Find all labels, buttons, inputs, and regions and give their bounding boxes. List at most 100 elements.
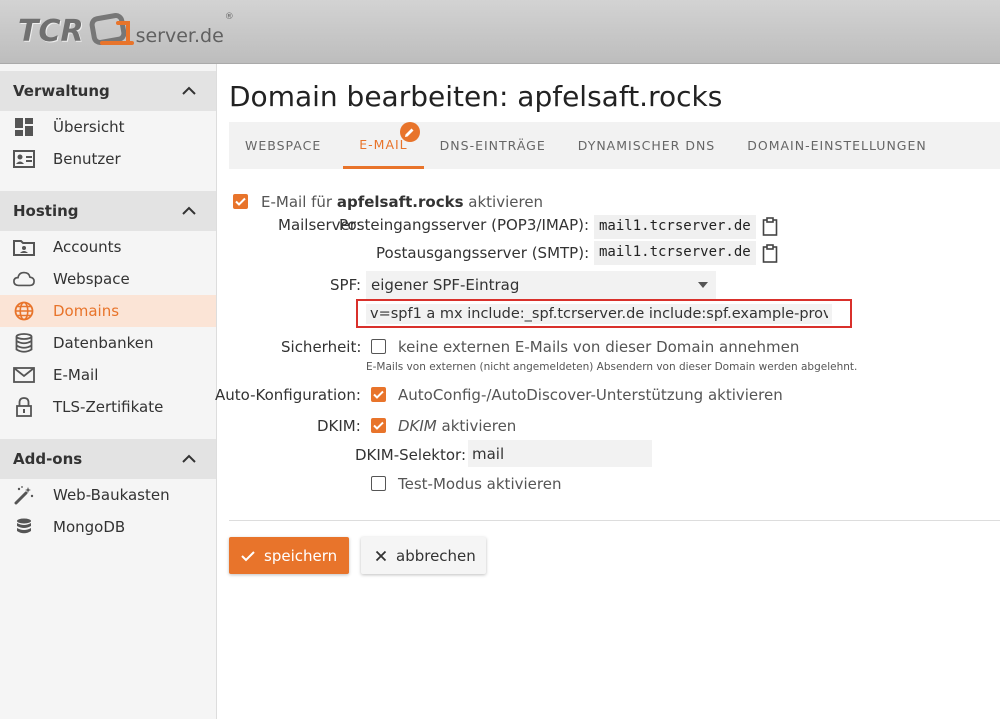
- logo-tcr-text: TCR: [18, 13, 84, 49]
- sidebar-item-label: Accounts: [53, 238, 122, 256]
- lock-icon: [13, 396, 35, 418]
- globe-icon: [13, 300, 35, 322]
- sidebar-item-webspace[interactable]: Webspace: [0, 263, 216, 295]
- reject-external-label: keine externen E-Mails von dieser Domain…: [398, 338, 800, 356]
- section-title: Verwaltung: [13, 82, 110, 100]
- dkim-selector-label: DKIM-Selektor:: [355, 446, 467, 464]
- close-icon: [375, 550, 387, 561]
- database-icon: [13, 516, 35, 538]
- id-card-icon: [13, 148, 35, 170]
- sidebar-item-label: Domains: [53, 302, 120, 320]
- pencil-icon: [399, 122, 420, 142]
- check-icon: [235, 197, 246, 206]
- envelope-icon: [13, 364, 35, 386]
- enable-email-label: E-Mail für apfelsaft.rocks aktivieren: [261, 193, 543, 211]
- tab-dynamischer-dns[interactable]: DYNAMISCHER DNS: [562, 122, 731, 169]
- enable-email-checkbox[interactable]: [233, 194, 248, 209]
- logo[interactable]: TCR server.de ®: [18, 8, 234, 54]
- divider: [229, 520, 1000, 521]
- test-mode-label: Test-Modus aktivieren: [398, 475, 562, 493]
- spf-record-field-highlight: [356, 299, 852, 328]
- clipboard-icon[interactable]: [762, 217, 780, 237]
- dashboard-icon: [13, 116, 35, 138]
- sidebar-item-email[interactable]: E-Mail: [0, 359, 216, 391]
- main-content: Domain bearbeiten: apfelsaft.rocks WEBSP…: [215, 64, 1000, 719]
- save-button[interactable]: speichern: [229, 537, 349, 574]
- spf-record-input[interactable]: [366, 304, 832, 324]
- save-button-label: speichern: [264, 546, 338, 565]
- check-icon: [373, 390, 384, 399]
- dkim-option-em: DKIM: [398, 417, 437, 435]
- clipboard-icon[interactable]: [762, 244, 780, 264]
- tab-dns-eintraege[interactable]: DNS-EINTRÄGE: [424, 122, 562, 169]
- pop-label: Posteingangsserver (POP3/IMAP):: [339, 216, 590, 234]
- sidebar-section-hosting[interactable]: Hosting: [0, 191, 216, 231]
- enable-email-suffix: aktivieren: [463, 193, 544, 211]
- autoconf-label: Auto-Konfiguration:: [215, 386, 361, 404]
- sidebar-item-web-baukasten[interactable]: Web-Baukasten: [0, 479, 216, 511]
- sidebar-item-label: Webspace: [53, 270, 130, 288]
- tab-label: DNS-EINTRÄGE: [439, 138, 546, 153]
- cancel-button[interactable]: abbrechen: [361, 537, 486, 574]
- dkim-label: DKIM:: [317, 417, 361, 435]
- sidebar-item-label: Übersicht: [53, 118, 125, 136]
- autoconf-option-label: AutoConfig-/AutoDiscover-Unterstützung a…: [398, 386, 783, 404]
- tab-label: DYNAMISCHER DNS: [577, 138, 716, 153]
- sidebar-item-label: TLS-Zertifikate: [53, 398, 164, 416]
- logo-registered: ®: [224, 12, 234, 22]
- sidebar-item-benutzer[interactable]: Benutzer: [0, 143, 216, 175]
- autoconf-checkbox[interactable]: [371, 387, 386, 402]
- sidebar-item-datenbanken[interactable]: Datenbanken: [0, 327, 216, 359]
- cloud-icon: [13, 268, 35, 290]
- chevron-up-icon: [182, 86, 196, 95]
- dkim-option-rest: aktivieren: [436, 417, 517, 435]
- sidebar-item-mongodb[interactable]: MongoDB: [0, 511, 216, 543]
- reject-external-checkbox[interactable]: [371, 339, 386, 354]
- sidebar-item-uebersicht[interactable]: Übersicht: [0, 111, 216, 143]
- sidebar: Verwaltung Übersicht Benutzer Hosting Ac…: [0, 64, 217, 719]
- tab-webspace[interactable]: WEBSPACE: [229, 122, 337, 169]
- smtp-label: Postausgangsserver (SMTP):: [376, 244, 590, 262]
- tab-domain-einstellungen[interactable]: DOMAIN-EINSTELLUNGEN: [731, 122, 943, 169]
- sidebar-section-addons[interactable]: Add-ons: [0, 439, 216, 479]
- sidebar-section-verwaltung[interactable]: Verwaltung: [0, 71, 216, 111]
- dkim-selector-input[interactable]: [468, 440, 652, 467]
- chevron-up-icon: [182, 454, 196, 463]
- tab-label: DOMAIN-EINSTELLUNGEN: [747, 138, 927, 153]
- tab-label: E-MAIL: [359, 136, 408, 152]
- folder-user-icon: [13, 236, 35, 258]
- caret-down-icon: [698, 282, 708, 288]
- sidebar-item-label: Web-Baukasten: [53, 486, 170, 504]
- cancel-button-label: abbrechen: [396, 546, 476, 565]
- enable-email-domain: apfelsaft.rocks: [336, 193, 464, 211]
- tab-email[interactable]: E-MAIL: [343, 122, 424, 169]
- tab-bar: WEBSPACE E-MAIL DNS-EINTRÄGE DYNAMISCHER…: [229, 122, 1000, 169]
- sidebar-item-label: E-Mail: [53, 366, 99, 384]
- spf-select-value: eigener SPF-Eintrag: [371, 276, 520, 294]
- logo-mark-icon: [88, 13, 134, 49]
- pop-server-value: mail1.tcrserver.de: [594, 215, 756, 239]
- sidebar-item-label: Datenbanken: [53, 334, 154, 352]
- spf-select[interactable]: eigener SPF-Eintrag: [366, 271, 716, 299]
- security-hint: E-Mails von externen (nicht angemeldeten…: [366, 361, 858, 373]
- sidebar-item-accounts[interactable]: Accounts: [0, 231, 216, 263]
- spf-label: SPF:: [330, 276, 362, 294]
- section-title: Hosting: [13, 202, 79, 220]
- magic-wand-icon: [13, 484, 35, 506]
- check-icon: [373, 421, 384, 430]
- tab-label: WEBSPACE: [245, 138, 322, 153]
- logo-de: .de: [194, 25, 224, 47]
- test-mode-checkbox[interactable]: [371, 476, 386, 491]
- security-label: Sicherheit:: [281, 338, 362, 356]
- enable-email-prefix: E-Mail für: [261, 193, 337, 211]
- sidebar-item-tls-zertifikate[interactable]: TLS-Zertifikate: [0, 391, 216, 423]
- smtp-server-value: mail1.tcrserver.de: [594, 241, 756, 265]
- logo-server-text: server.de: [136, 25, 224, 47]
- sidebar-item-label: Benutzer: [53, 150, 121, 168]
- check-icon: [241, 550, 255, 561]
- top-bar: TCR server.de ®: [0, 0, 1000, 64]
- page-title: Domain bearbeiten: apfelsaft.rocks: [229, 80, 723, 113]
- section-title: Add-ons: [13, 450, 83, 468]
- dkim-checkbox[interactable]: [371, 418, 386, 433]
- sidebar-item-domains[interactable]: Domains: [0, 295, 216, 327]
